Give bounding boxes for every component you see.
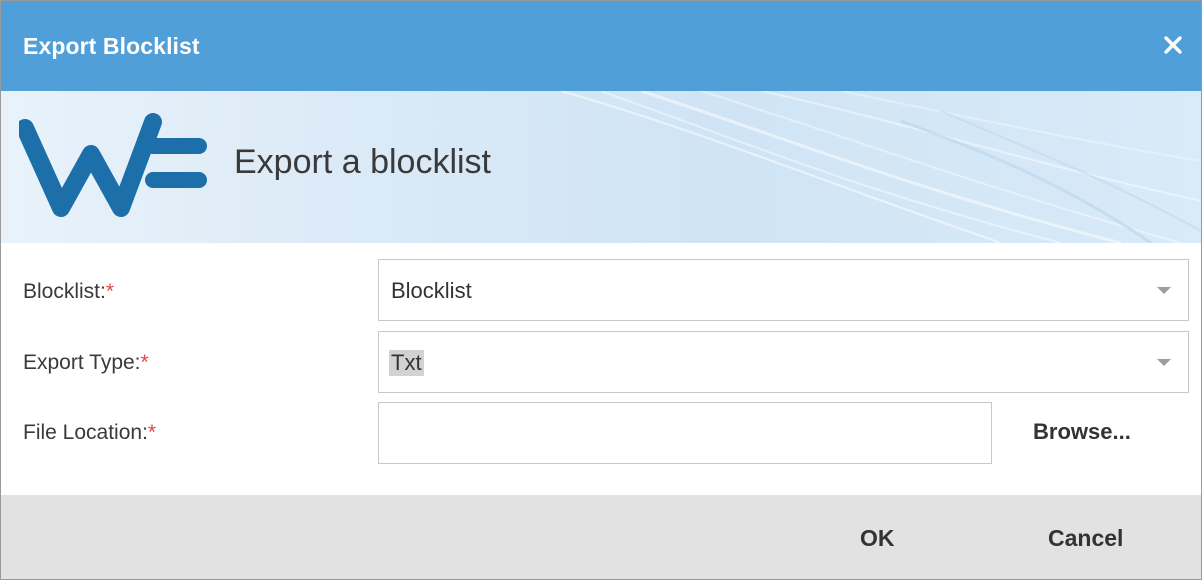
- export-type-label-text: Export Type:: [23, 351, 141, 374]
- export-type-select[interactable]: Txt: [378, 331, 1189, 393]
- required-mark: *: [140, 351, 149, 374]
- close-icon: [1164, 36, 1182, 54]
- dialog-titlebar: Export Blocklist: [1, 1, 1201, 91]
- wf-logo-icon: [19, 113, 207, 217]
- close-button[interactable]: [1155, 27, 1191, 63]
- ok-button[interactable]: OK: [860, 525, 895, 552]
- export-type-label: Export Type:*: [23, 351, 149, 375]
- dialog-footer: OK Cancel: [1, 495, 1201, 579]
- blocklist-label: Blocklist:*: [23, 280, 114, 304]
- required-mark: *: [105, 280, 115, 303]
- file-location-label-text: File Location:: [23, 421, 148, 444]
- export-blocklist-dialog: Export Blocklist Export a blocklist Bloc…: [0, 0, 1202, 580]
- cancel-button[interactable]: Cancel: [1048, 525, 1123, 552]
- dialog-title: Export Blocklist: [23, 33, 200, 59]
- file-location-label: File Location:*: [23, 421, 156, 445]
- chevron-down-icon: [1157, 359, 1171, 366]
- browse-button[interactable]: Browse...: [1033, 419, 1131, 445]
- required-mark: *: [147, 421, 157, 444]
- file-location-input[interactable]: [378, 402, 992, 464]
- blocklist-select-value: Blocklist: [391, 278, 472, 303]
- banner-heading: Export a blocklist: [234, 143, 491, 181]
- blocklist-select[interactable]: Blocklist: [378, 259, 1189, 321]
- export-type-select-value: Txt: [389, 350, 424, 376]
- blocklist-label-text: Blocklist:: [23, 280, 106, 303]
- chevron-down-icon: [1157, 287, 1171, 294]
- dialog-banner: Export a blocklist: [1, 91, 1201, 243]
